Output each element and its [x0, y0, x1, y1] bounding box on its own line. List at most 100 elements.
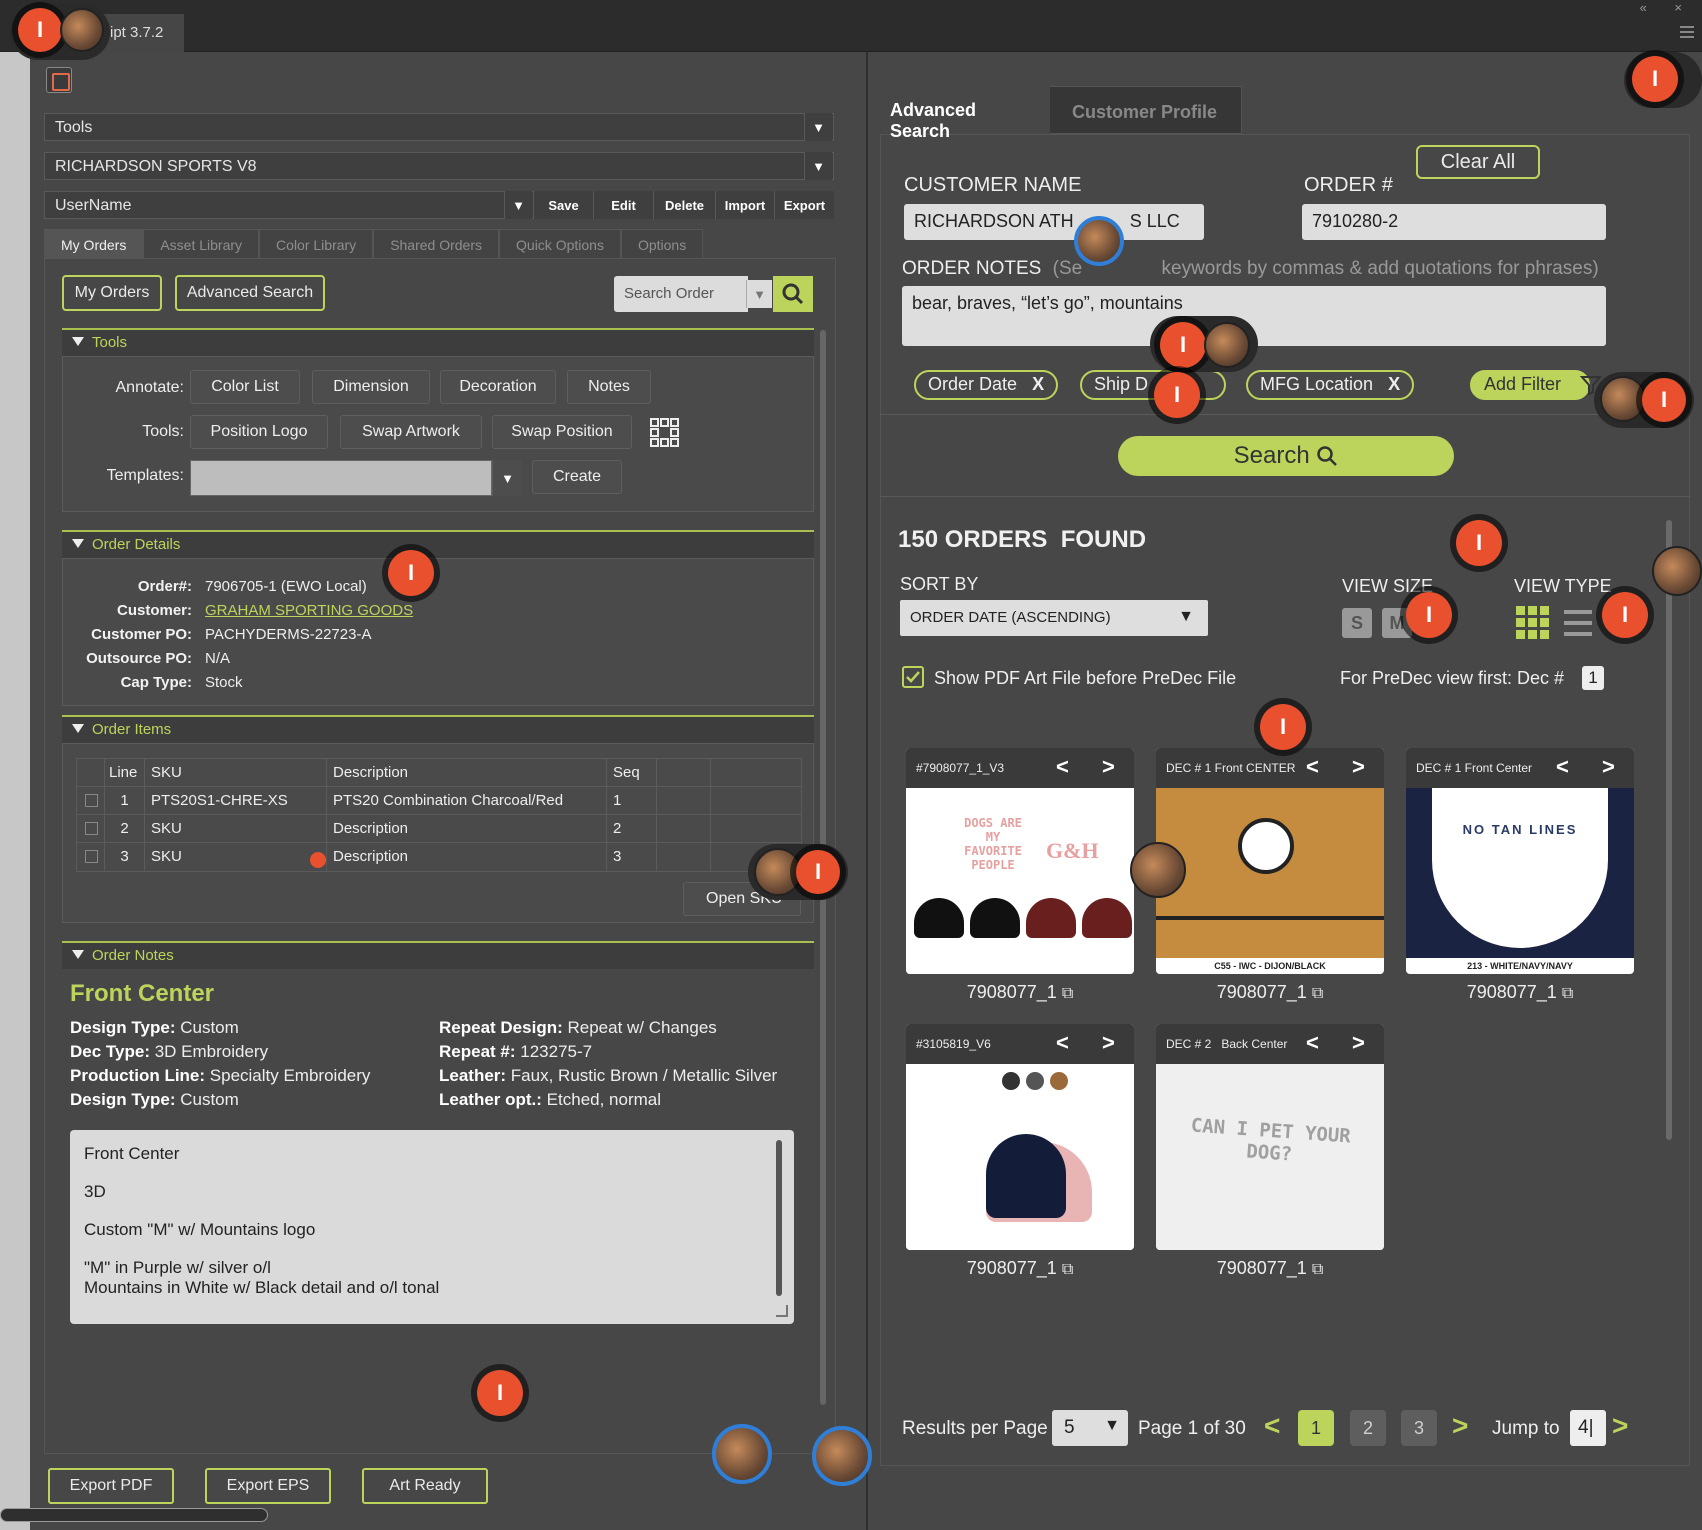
prev-arrow-icon[interactable]: < — [1306, 754, 1319, 780]
prev-arrow-icon[interactable]: < — [1556, 754, 1569, 780]
window-controls[interactable]: « × — [1640, 0, 1694, 15]
search-order-input[interactable]: Search Order — [614, 276, 748, 312]
comment-badge-icon[interactable]: I — [18, 8, 62, 52]
avatar[interactable] — [1600, 376, 1646, 422]
order-details-section-header[interactable]: Order Details — [62, 530, 814, 558]
tab-customer-profile[interactable]: Customer Profile — [1062, 88, 1227, 136]
remove-filter-icon[interactable]: X — [1388, 374, 1400, 394]
prev-arrow-icon[interactable]: < — [1056, 1030, 1069, 1056]
tab-quick-options[interactable]: Quick Options — [499, 229, 621, 259]
tab-advanced-search[interactable]: Advanced Search — [880, 86, 1050, 141]
tab-options[interactable]: Options — [620, 229, 704, 259]
tools-dropdown-arrow-icon[interactable]: ▼ — [804, 113, 832, 141]
remove-filter-icon[interactable]: X — [1032, 374, 1044, 394]
my-orders-button[interactable]: My Orders — [62, 275, 162, 311]
comment-badge-icon[interactable]: I — [1154, 372, 1200, 418]
app-tab[interactable]: ipt 3.7.2 — [100, 14, 184, 52]
comment-badge-icon[interactable]: I — [1632, 56, 1678, 102]
order-thumbnail[interactable]: DEC # 1 Front Center < > NO TAN LINES 213 … — [1406, 748, 1634, 974]
page-2-button[interactable]: 2 — [1350, 1410, 1386, 1446]
prev-arrow-icon[interactable]: < — [1306, 1030, 1319, 1056]
position-logo-button[interactable]: Position Logo — [190, 415, 328, 449]
table-row[interactable]: 3 SKU Description 3 — [77, 843, 801, 871]
templates-dropdown-arrow-icon[interactable]: ▼ — [492, 460, 522, 496]
comment-badge-icon[interactable]: I — [388, 550, 434, 596]
grid-view-icon[interactable] — [1516, 606, 1550, 645]
advanced-search-button[interactable]: Advanced Search — [175, 275, 325, 311]
comment-badge-icon[interactable]: I — [1160, 322, 1206, 368]
filter-order-date[interactable]: Order Date X — [914, 370, 1059, 400]
next-arrow-icon[interactable]: > — [1352, 1030, 1365, 1056]
save-button[interactable]: Save — [533, 191, 593, 219]
vendor-dropdown-arrow-icon[interactable]: ▼ — [804, 152, 832, 180]
export-pdf-button[interactable]: Export PDF — [48, 1468, 174, 1504]
jump-go-icon[interactable]: > — [1612, 1410, 1628, 1442]
next-page-icon[interactable]: > — [1452, 1410, 1468, 1442]
export-eps-button[interactable]: Export EPS — [205, 1468, 331, 1504]
row-checkbox[interactable] — [85, 794, 98, 807]
comment-badge-icon[interactable]: I — [1456, 520, 1502, 566]
search-button[interactable]: Search — [1118, 436, 1454, 476]
table-row[interactable]: 2 SKU Description 2 — [77, 815, 801, 843]
copy-icon[interactable]: ⧉ — [1312, 1261, 1323, 1278]
notes-scrollbar[interactable] — [776, 1140, 782, 1296]
hamburger-menu-icon[interactable] — [1680, 26, 1694, 38]
avatar[interactable] — [1130, 842, 1186, 898]
predec-dec-input[interactable]: 1 — [1582, 666, 1604, 690]
view-size-small-button[interactable]: S — [1342, 608, 1372, 638]
copy-icon[interactable]: ⧉ — [1062, 985, 1073, 1002]
tools-dropdown[interactable]: Tools — [44, 113, 834, 141]
prev-page-icon[interactable]: < — [1264, 1410, 1280, 1442]
customer-name-input[interactable]: RICHARDSON ATH S LLC — [904, 204, 1204, 240]
next-arrow-icon[interactable]: > — [1352, 754, 1365, 780]
filter-mfg-location[interactable]: MFG Location X — [1246, 370, 1415, 400]
notes-textarea[interactable]: Front Center 3D Custom "M" w/ Mountains … — [70, 1130, 794, 1324]
app-logo-icon[interactable] — [46, 67, 72, 93]
copy-icon[interactable]: ⧉ — [1562, 985, 1573, 1002]
import-button[interactable]: Import — [715, 191, 774, 219]
tab-shared-orders[interactable]: Shared Orders — [373, 229, 500, 259]
art-ready-button[interactable]: Art Ready — [362, 1468, 488, 1504]
swap-artwork-button[interactable]: Swap Artwork — [340, 415, 482, 449]
avatar[interactable] — [1204, 322, 1250, 368]
order-notes-section-header[interactable]: Order Notes — [62, 941, 814, 969]
export-button[interactable]: Export — [774, 191, 834, 219]
comment-badge-icon[interactable]: I — [1406, 592, 1452, 638]
notes-button[interactable]: Notes — [567, 370, 651, 404]
decoration-button[interactable]: Decoration — [440, 370, 556, 404]
resize-handle-icon[interactable] — [776, 1305, 788, 1317]
avatar[interactable] — [1652, 546, 1702, 596]
color-list-button[interactable]: Color List — [190, 370, 300, 404]
avatar[interactable] — [712, 1424, 772, 1484]
order-thumbnail[interactable]: DEC # 1 Front CENTER < > C55 - IWC - DIJON… — [1156, 748, 1384, 974]
order-thumbnail[interactable]: DEC # 2 Back Center < > CAN I PET YOUR DOG… — [1156, 1024, 1384, 1250]
customer-link[interactable]: GRAHAM SPORTING GOODS — [205, 602, 413, 619]
comment-badge-icon[interactable]: I — [1260, 704, 1306, 750]
next-arrow-icon[interactable]: > — [1602, 754, 1615, 780]
page-3-button[interactable]: 3 — [1401, 1410, 1437, 1446]
order-number-input[interactable]: 7910280-2 — [1302, 204, 1606, 240]
comment-badge-icon[interactable]: I — [1602, 592, 1648, 638]
filter-ship-date[interactable]: Ship D — [1080, 370, 1226, 400]
order-items-section-header[interactable]: Order Items — [62, 715, 814, 743]
grid-layout-icon[interactable] — [650, 418, 680, 453]
order-thumbnail[interactable]: #7908077_1_V3 < > DOGS ARE MY FAVORITE PEO… — [906, 748, 1134, 974]
comment-badge-icon[interactable]: I — [796, 850, 840, 894]
tab-my-orders[interactable]: My Orders — [44, 229, 144, 259]
avatar[interactable] — [754, 848, 802, 896]
list-view-icon[interactable] — [1564, 608, 1592, 643]
copy-icon[interactable]: ⧉ — [1062, 1261, 1073, 1278]
avatar[interactable] — [812, 1426, 872, 1486]
delete-button[interactable]: Delete — [653, 191, 715, 219]
tab-asset-library[interactable]: Asset Library — [143, 229, 260, 259]
sort-by-dropdown[interactable]: ORDER DATE (ASCENDING) ▼ — [900, 600, 1208, 636]
avatar[interactable] — [60, 8, 104, 52]
clear-all-button[interactable]: Clear All — [1416, 145, 1540, 179]
user-dropdown-arrow-icon[interactable]: ▼ — [504, 191, 532, 219]
pdf-first-checkbox[interactable] — [902, 666, 924, 688]
copy-icon[interactable]: ⧉ — [1312, 985, 1323, 1002]
edit-button[interactable]: Edit — [593, 191, 653, 219]
results-per-page-dropdown[interactable]: 5 ▼ — [1052, 1410, 1128, 1446]
dimension-button[interactable]: Dimension — [312, 370, 430, 404]
avatar[interactable] — [1074, 216, 1124, 266]
